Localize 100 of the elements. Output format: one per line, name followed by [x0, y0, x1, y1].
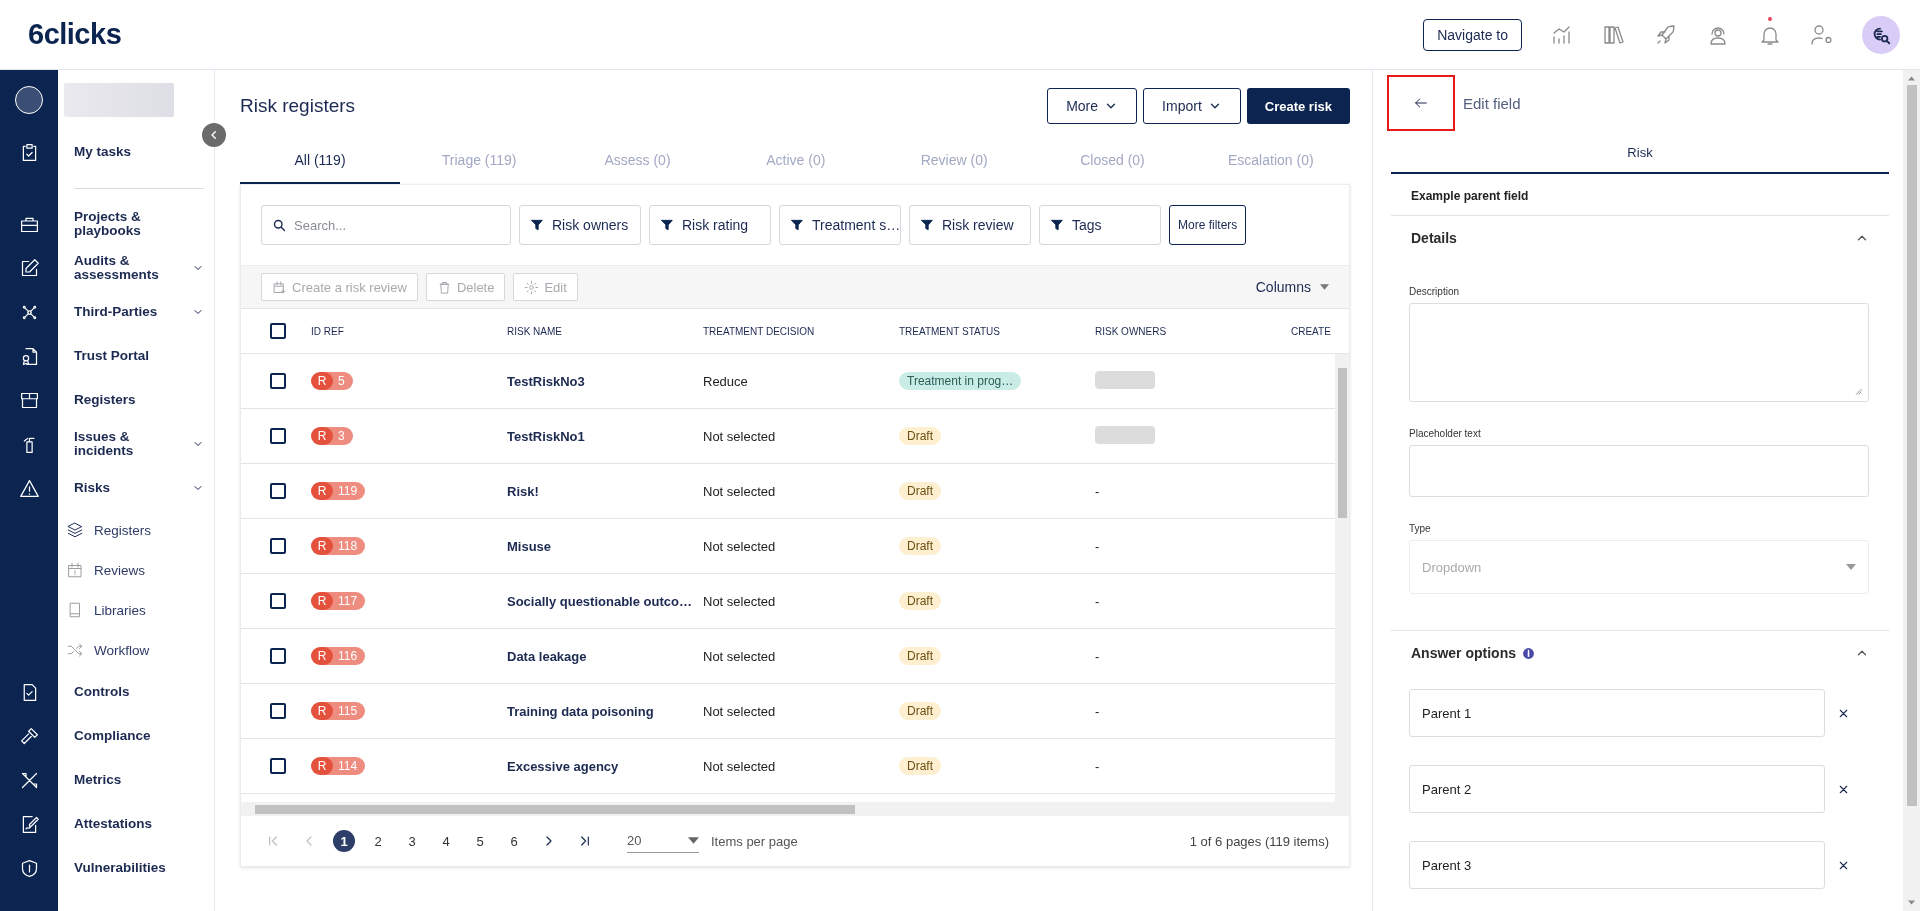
search-field[interactable]: Search...: [261, 205, 511, 245]
items-per-page-select[interactable]: 20: [627, 829, 699, 853]
hammer-icon[interactable]: [18, 725, 40, 747]
page-button[interactable]: 2: [367, 830, 389, 852]
table-cell-text: Excessive agency: [507, 758, 620, 774]
answer-option-field[interactable]: Parent 1: [1409, 689, 1825, 737]
table-cell: -: [1095, 593, 1100, 609]
page-button[interactable]: 5: [469, 830, 491, 852]
page-button[interactable]: 4: [435, 830, 457, 852]
filter-button[interactable]: Risk review: [909, 205, 1031, 245]
input-field[interactable]: [1409, 445, 1869, 497]
funnel-icon: [530, 218, 544, 232]
sidebar-item[interactable]: Issues & incidents: [74, 430, 192, 458]
avatar[interactable]: [15, 86, 43, 114]
funnel-icon: [1050, 218, 1064, 232]
caret-down-icon: [1320, 284, 1329, 290]
sidebar-item[interactable]: Trust Portal: [74, 349, 204, 363]
answer-option-field[interactable]: Parent 2: [1409, 765, 1825, 813]
filter-button[interactable]: Risk owners: [519, 205, 641, 245]
section-title: Details: [1411, 230, 1457, 246]
page-button[interactable]: 6: [503, 830, 525, 852]
sidebar-item[interactable]: My tasks: [74, 145, 204, 159]
sidebar-subitem[interactable]: Workflow: [94, 642, 150, 658]
table-cell: -: [1095, 758, 1100, 774]
sidebar-subitem[interactable]: Registers: [94, 522, 152, 538]
logo[interactable]: 6clicks: [28, 18, 122, 51]
assistant-button[interactable]: [1862, 15, 1900, 54]
items-per-page-label: Items per page: [711, 833, 798, 849]
gear-icon: [524, 279, 540, 295]
create-button[interactable]: Create risk: [1246, 88, 1350, 124]
dropdown-button[interactable]: Import: [1143, 88, 1241, 124]
more-filters-button[interactable]: More filters: [1169, 205, 1247, 245]
sidebar-item[interactable]: Audits & assessments: [74, 254, 192, 282]
dropdown-button[interactable]: More: [1047, 88, 1138, 124]
table-cell-text: Not selected: [703, 483, 777, 499]
filter-button[interactable]: Risk rating: [649, 205, 771, 245]
columns-button[interactable]: Columns: [1255, 279, 1329, 295]
column-header: ID REF: [311, 325, 345, 337]
table-cell: -: [1095, 538, 1100, 554]
horizontal-scrollbar[interactable]: [241, 802, 1349, 816]
page-button[interactable]: 1: [333, 830, 355, 852]
status-badge: Draft: [899, 592, 941, 610]
warning-icon[interactable]: [18, 477, 40, 499]
sidebar-item[interactable]: Third-Parties: [74, 305, 192, 319]
checkbox[interactable]: [270, 703, 286, 719]
sidebar-subitem[interactable]: Libraries: [94, 602, 146, 618]
tab[interactable]: All (119): [240, 138, 400, 184]
scroll-down-icon[interactable]: [1908, 900, 1915, 905]
answer-option-field[interactable]: Parent 3: [1409, 841, 1825, 889]
user-settings-icon[interactable]: [1810, 22, 1834, 47]
navigate-button[interactable]: Navigate to: [1423, 18, 1522, 51]
checkbox[interactable]: [270, 758, 286, 774]
collapse-sidebar-button[interactable]: [202, 123, 226, 147]
back-button[interactable]: [1387, 75, 1455, 131]
funnel-icon: [660, 218, 674, 232]
sidebar-item[interactable]: Registers: [74, 393, 204, 407]
section-title: Answer options: [1411, 645, 1516, 661]
page-button[interactable]: 3: [401, 830, 423, 852]
column-header: CREATE: [1291, 325, 1332, 337]
filter-button[interactable]: Treatment s…: [779, 205, 901, 245]
checkbox[interactable]: [270, 538, 286, 554]
table-cell-text: Misuse: [507, 538, 553, 554]
table-cell: -: [1095, 703, 1100, 719]
checkbox[interactable]: [270, 593, 286, 609]
sidebar-item[interactable]: Vulnerabilities: [74, 861, 204, 875]
arrow-left-icon: [1413, 95, 1429, 111]
risk-id-badge: R 5: [311, 372, 353, 390]
checkbox[interactable]: [270, 428, 286, 444]
sidebar-item[interactable]: Attestations: [74, 817, 204, 831]
sidebar-item[interactable]: Metrics: [74, 773, 204, 787]
table-cell-text: Not selected: [703, 593, 777, 609]
description-field[interactable]: [1409, 303, 1869, 402]
table-cell-text: TestRiskNo3: [507, 373, 586, 389]
checkbox[interactable]: [270, 323, 286, 339]
vertical-scrollbar[interactable]: [1903, 70, 1920, 911]
resize-grip-icon[interactable]: [1854, 387, 1862, 395]
sidebar-item[interactable]: Projects & playbooks: [74, 210, 204, 238]
sidebar-subitem[interactable]: Reviews: [94, 562, 145, 578]
checkbox[interactable]: [270, 648, 286, 664]
table-cell-text: Training data poisoning: [507, 703, 655, 719]
filter-button[interactable]: Tags: [1039, 205, 1161, 245]
table-cell-text: Not selected: [703, 648, 777, 664]
sidebar-item[interactable]: Compliance: [74, 729, 204, 743]
sidebar-item[interactable]: Risks: [74, 481, 192, 495]
status-badge: Draft: [899, 537, 941, 555]
checkbox[interactable]: [270, 373, 286, 389]
caret-down-icon: [1846, 564, 1856, 570]
search-icon: [272, 218, 287, 233]
shuffle-icon: [66, 641, 84, 659]
vertical-scrollbar[interactable]: [1335, 354, 1349, 802]
tab[interactable]: Risk: [1391, 132, 1889, 174]
risk-id-badge: R 3: [311, 427, 353, 445]
scroll-up-icon[interactable]: [1908, 76, 1915, 81]
status-badge: Draft: [899, 757, 941, 775]
risk-id-badge: R 114: [311, 757, 366, 775]
table-cell-text: TestRiskNo1: [507, 428, 586, 444]
info-icon[interactable]: [1522, 646, 1535, 660]
sidebar-item[interactable]: Controls: [74, 685, 204, 699]
checkbox[interactable]: [270, 483, 286, 499]
panel-title: Edit field: [1463, 94, 1521, 112]
